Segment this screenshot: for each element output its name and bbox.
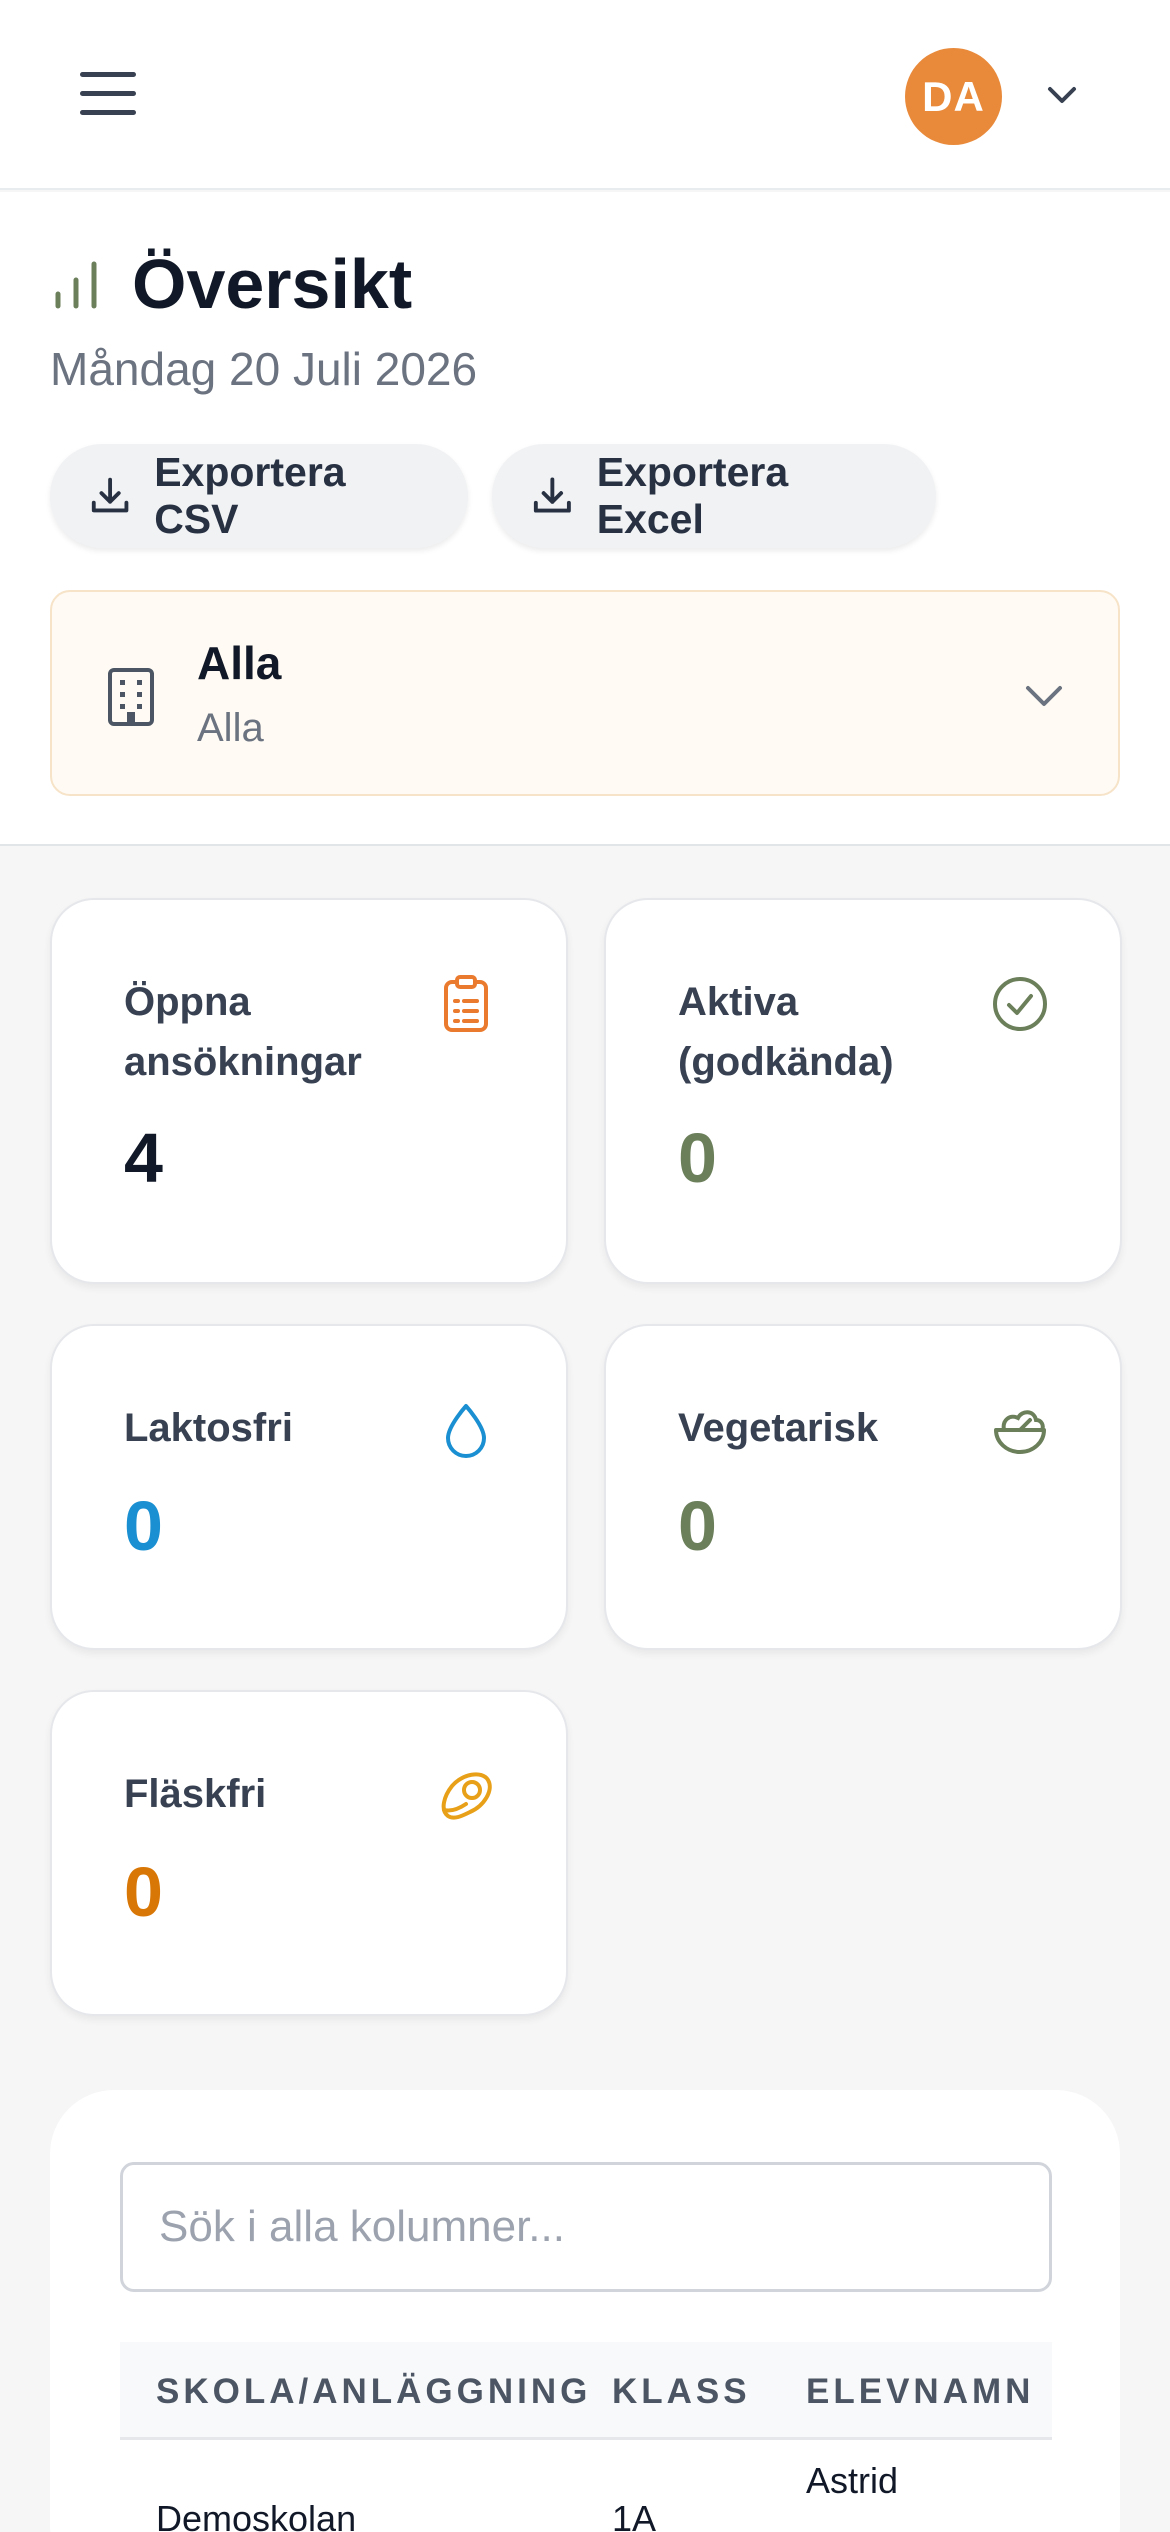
- table-header: SKOLA/ANLÄGGNING KLASS ELEVNAMN: [120, 2342, 1052, 2440]
- selector-title: Alla: [197, 637, 282, 689]
- export-excel-button[interactable]: Exportera Excel: [492, 444, 936, 548]
- stat-value: 0: [124, 1853, 163, 1931]
- building-icon: [108, 668, 154, 726]
- bar-chart-icon: [55, 261, 97, 309]
- droplet-icon: [446, 1404, 486, 1458]
- salad-icon: [994, 1410, 1046, 1454]
- column-header-school[interactable]: SKOLA/ANLÄGGNING: [156, 2372, 591, 2412]
- search-input[interactable]: [120, 2162, 1052, 2292]
- export-csv-label: Exportera CSV: [154, 449, 346, 542]
- export-csv-button[interactable]: Exportera CSV: [50, 444, 468, 548]
- stat-card-lactose-free: Laktosfri 0: [50, 1324, 568, 1650]
- column-header-class[interactable]: KLASS: [612, 2372, 751, 2412]
- stat-card-open-applications: Öppna ansökningar 4: [50, 898, 568, 1284]
- column-header-student[interactable]: ELEVNAMN: [806, 2372, 1034, 2412]
- stat-value: 0: [678, 1487, 717, 1565]
- stat-card-pork-free: Fläskfri 0: [50, 1690, 568, 2016]
- stat-label: Aktiva (godkända): [678, 980, 894, 1084]
- avatar[interactable]: DA: [905, 48, 1002, 145]
- stat-label: Öppna ansökningar: [124, 980, 362, 1084]
- menu-icon[interactable]: [80, 72, 136, 118]
- meat-icon: [441, 1772, 492, 1820]
- stat-label: Vegetarisk: [678, 1406, 879, 1450]
- stat-value: 0: [678, 1119, 717, 1197]
- page-title: Översikt: [132, 245, 413, 323]
- stat-card-active-approved: Aktiva (godkända) 0: [604, 898, 1122, 1284]
- export-excel-label: Exportera Excel: [596, 449, 789, 542]
- download-icon: [91, 477, 129, 513]
- cell-school: Demoskolan: [156, 2498, 357, 2532]
- download-icon: [533, 477, 571, 513]
- school-selector[interactable]: Alla Alla: [50, 590, 1120, 796]
- check-circle-icon: [993, 977, 1047, 1031]
- cell-student: Astrid: [806, 2460, 899, 2501]
- chevron-down-icon[interactable]: [1044, 80, 1080, 110]
- page-header: Översikt Måndag 20 Juli 2026 Exportera C…: [0, 192, 1170, 846]
- applications-table-panel: SKOLA/ANLÄGGNING KLASS ELEVNAMN Demoskol…: [50, 2090, 1120, 2532]
- chevron-down-icon: [1026, 686, 1062, 706]
- clipboard-icon: [444, 975, 488, 1032]
- stat-card-vegetarian: Vegetarisk 0: [604, 1324, 1122, 1650]
- stat-value: 4: [124, 1119, 163, 1197]
- stat-value: 0: [124, 1487, 163, 1565]
- title-row: Översikt: [50, 244, 412, 324]
- selector-subtitle: Alla: [197, 706, 264, 750]
- page-date: Måndag 20 Juli 2026: [50, 343, 478, 395]
- cell-class: 1A: [612, 2498, 657, 2532]
- stat-label: Fläskfri: [124, 1772, 267, 1816]
- top-bar: DA: [0, 0, 1170, 190]
- stat-label: Laktosfri: [124, 1406, 293, 1450]
